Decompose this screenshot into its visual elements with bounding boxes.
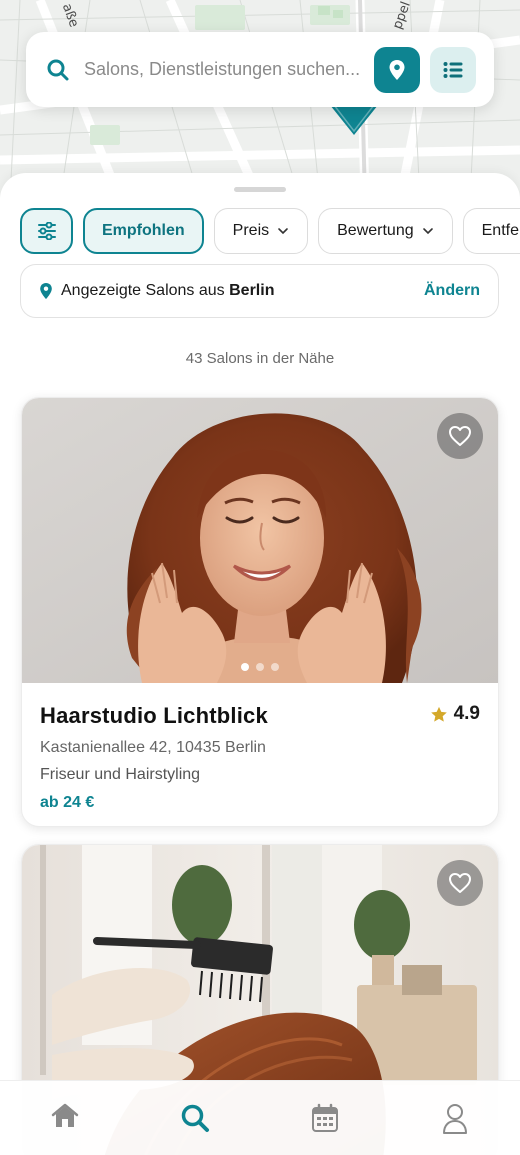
location-prefix: Angezeigte Salons aus xyxy=(61,282,225,299)
salon-card[interactable]: Haarstudio Lichtblick 4.9 Kastanienallee… xyxy=(21,397,499,827)
search-icon xyxy=(181,1104,209,1132)
location-text: Angezeigte Salons aus Berlin xyxy=(61,282,424,300)
list-icon xyxy=(443,61,463,78)
calendar-icon xyxy=(312,1103,338,1132)
user-icon xyxy=(443,1104,467,1134)
salon-rating: 4.9 xyxy=(430,703,480,725)
salon-photo[interactable] xyxy=(22,398,498,683)
salon-name: Haarstudio Lichtblick xyxy=(40,703,268,728)
carousel-dot[interactable] xyxy=(256,663,264,671)
filter-bar: Empfohlen Preis Bewertung Entfe xyxy=(20,208,520,255)
results-count: 43 Salons in der Nähe xyxy=(185,350,335,367)
carousel-dot[interactable] xyxy=(241,663,249,671)
filter-chip-label: Empfohlen xyxy=(102,222,185,239)
sliders-icon xyxy=(37,222,56,240)
salon-price: ab 24 € xyxy=(40,794,95,811)
carousel-dot[interactable] xyxy=(271,663,279,671)
salon-address: Kastanienallee 42, 10435 Berlin xyxy=(40,739,266,756)
heart-icon xyxy=(449,426,471,446)
results-sheet: Empfohlen Preis Bewertung Entfe Angezeig… xyxy=(0,173,520,1155)
map-view-button[interactable] xyxy=(374,46,420,93)
location-banner: Angezeigte Salons aus Berlin Ändern xyxy=(20,264,499,318)
chevron-down-icon xyxy=(422,228,433,235)
filter-chip-label: Entfe xyxy=(481,222,519,239)
salon-category: Friseur und Hairstyling xyxy=(40,766,201,783)
search-input[interactable]: Salons, Dienstleistungen suchen... xyxy=(84,59,366,80)
change-location-link[interactable]: Ändern xyxy=(424,282,480,300)
home-icon xyxy=(51,1103,79,1127)
salon-card-info: Haarstudio Lichtblick 4.9 Kastanienallee… xyxy=(22,683,498,812)
filter-chip-rating[interactable]: Bewertung xyxy=(318,208,453,254)
chevron-down-icon xyxy=(278,228,288,235)
filter-settings-button[interactable] xyxy=(20,208,73,254)
filter-chip-label: Bewertung xyxy=(337,222,414,239)
list-view-button[interactable] xyxy=(430,46,476,93)
star-icon xyxy=(430,706,447,722)
filter-chip-distance[interactable]: Entfe xyxy=(462,208,520,254)
bottom-navigation xyxy=(0,1080,520,1155)
search-bar[interactable]: Salons, Dienstleistungen suchen... xyxy=(26,32,494,107)
heart-icon xyxy=(449,873,471,893)
favorite-button[interactable] xyxy=(437,860,483,906)
rating-value: 4.9 xyxy=(453,703,480,724)
filter-chip-label: Preis xyxy=(232,222,270,239)
map-pin-icon xyxy=(40,283,52,299)
nav-profile[interactable] xyxy=(390,1081,520,1155)
map-pin-icon xyxy=(389,59,405,80)
sheet-drag-handle[interactable] xyxy=(234,187,286,192)
filter-chip-price[interactable]: Preis xyxy=(213,208,309,254)
nav-search[interactable] xyxy=(130,1081,260,1155)
carousel-indicator xyxy=(22,663,498,671)
filter-chip-recommended[interactable]: Empfohlen xyxy=(83,208,204,254)
map-marker-icon[interactable] xyxy=(330,104,378,137)
location-city: Berlin xyxy=(229,282,275,299)
search-icon xyxy=(47,59,69,80)
nav-home[interactable] xyxy=(0,1081,130,1155)
favorite-button[interactable] xyxy=(437,413,483,459)
nav-calendar[interactable] xyxy=(260,1081,390,1155)
